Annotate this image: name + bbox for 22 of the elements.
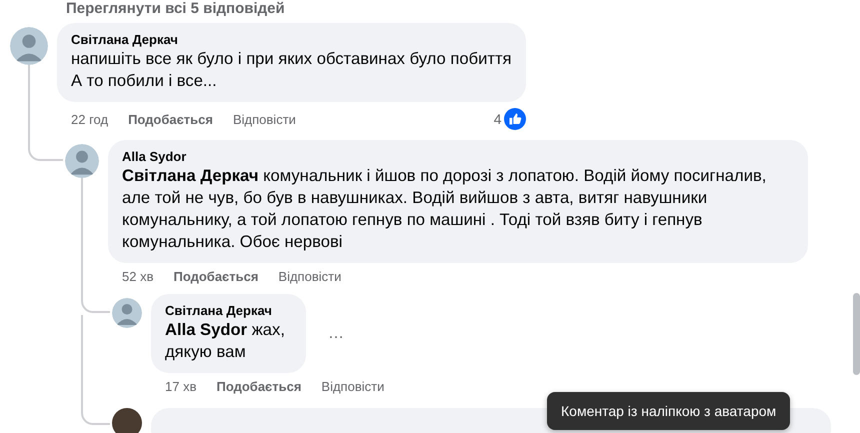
avatar[interactable] xyxy=(112,408,142,433)
timestamp[interactable]: 17 хв xyxy=(165,379,196,394)
comment-text: Світлана Деркач комунальник і йшов по дорозі з лопатою. Водій йому посигналив, але той не чув, бо був в навушниках. Водій вийшов з авта, витяг навушники комунальнику, а той лопатою гепнув по машині . Тоді той взяв биту і гепнув комунальника. Обоє нервові xyxy=(122,165,768,253)
view-replies-link[interactable]: Переглянути всі 5 відповідей xyxy=(66,0,860,17)
reply-button[interactable]: Відповісти xyxy=(321,379,384,394)
author-name[interactable]: Світлана Деркач xyxy=(165,302,292,319)
author-name[interactable]: Alla Sydor xyxy=(122,148,794,165)
like-button[interactable]: Подобається xyxy=(173,269,258,284)
thumbs-up-icon xyxy=(504,108,526,130)
more-button[interactable]: … xyxy=(324,324,348,342)
reply-button[interactable]: Відповісти xyxy=(278,269,342,284)
like-button[interactable]: Подобається xyxy=(216,379,302,394)
timestamp[interactable]: 22 год xyxy=(71,112,108,126)
like-button[interactable]: Подобається xyxy=(128,112,213,126)
comment-text: Alla Sydor жах, дякую вам xyxy=(165,319,286,363)
comment-text: напишіть все як було і при яких обставинах було побиття А то побили і все... xyxy=(71,48,512,92)
tooltip: Коментар із наліпкою з аватаром xyxy=(547,392,790,430)
reply-button[interactable]: Відповісти xyxy=(232,112,296,126)
scrollbar-thumb[interactable] xyxy=(853,293,860,375)
author-name[interactable]: Світлана Деркач xyxy=(71,31,512,48)
reaction-count[interactable]: 4 xyxy=(494,111,502,127)
timestamp[interactable]: 52 хв xyxy=(122,269,154,284)
